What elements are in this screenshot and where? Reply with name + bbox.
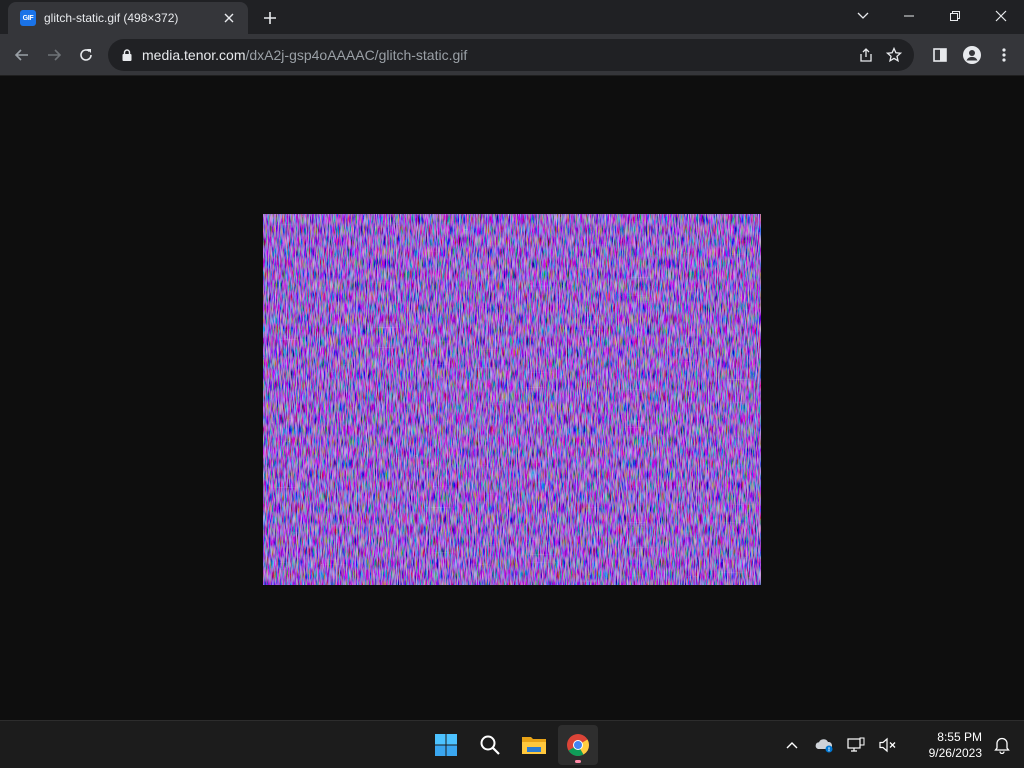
search-icon — [480, 735, 500, 755]
speaker-muted-icon — [879, 737, 896, 753]
onedrive-button[interactable] — [810, 731, 838, 759]
page-content — [0, 77, 1024, 720]
tab-search-button[interactable] — [840, 0, 886, 32]
file-explorer-button[interactable] — [514, 725, 554, 765]
glitch-static-image — [263, 214, 761, 585]
plus-icon — [264, 12, 276, 24]
forward-button[interactable] — [40, 41, 68, 69]
system-tray: 8:55 PM 9/26/2023 — [776, 721, 1024, 768]
windows-start-icon — [435, 734, 457, 756]
bookmark-button[interactable] — [880, 41, 908, 69]
omnibox-actions — [852, 41, 908, 69]
start-button[interactable] — [426, 725, 466, 765]
close-icon[interactable] — [220, 9, 238, 27]
side-panel-icon — [933, 48, 947, 62]
minimize-icon — [904, 15, 914, 17]
tab-strip: GIF glitch-static.gif (498×372) — [0, 0, 1024, 34]
chrome-taskbar-button[interactable] — [558, 725, 598, 765]
show-hidden-icons-button[interactable] — [778, 731, 806, 759]
kebab-menu-icon — [1002, 48, 1006, 62]
chevron-down-icon — [857, 12, 869, 19]
network-button[interactable] — [842, 731, 870, 759]
clock-date: 9/26/2023 — [928, 746, 982, 760]
tab-title: glitch-static.gif (498×372) — [44, 11, 179, 25]
minimize-button[interactable] — [886, 0, 932, 32]
lock-icon[interactable] — [120, 48, 134, 62]
clock-time: 8:55 PM — [937, 730, 982, 744]
share-button[interactable] — [852, 41, 880, 69]
reload-button[interactable] — [72, 41, 100, 69]
menu-button[interactable] — [990, 41, 1018, 69]
chrome-icon — [567, 734, 589, 756]
window-controls — [840, 0, 1024, 34]
close-icon — [995, 10, 1007, 22]
address-bar[interactable]: media.tenor.com/dxA2j-gsp4oAAAAC/glitch-… — [108, 39, 914, 71]
url-text: media.tenor.com/dxA2j-gsp4oAAAAC/glitch-… — [142, 47, 467, 63]
share-icon — [860, 48, 872, 62]
notifications-button[interactable] — [988, 731, 1016, 759]
gif-image[interactable] — [263, 214, 761, 585]
profile-icon — [963, 46, 981, 64]
taskbar-search-button[interactable] — [470, 725, 510, 765]
toolbar-actions — [926, 41, 1018, 69]
active-indicator — [575, 760, 581, 763]
restore-icon — [950, 11, 960, 21]
windows-taskbar: 8:55 PM 9/26/2023 — [0, 720, 1024, 768]
close-window-button[interactable] — [978, 0, 1024, 32]
tab-active[interactable]: GIF glitch-static.gif (498×372) — [8, 2, 248, 34]
chevron-up-icon — [786, 742, 798, 749]
url-path: /dxA2j-gsp4oAAAAC/glitch-static.gif — [245, 47, 468, 63]
bell-icon — [994, 737, 1010, 754]
star-icon — [886, 47, 902, 63]
clock[interactable]: 8:55 PM 9/26/2023 — [910, 729, 982, 761]
back-button[interactable] — [8, 41, 36, 69]
onedrive-icon — [815, 739, 833, 753]
gif-favicon-icon: GIF — [20, 10, 36, 26]
arrow-left-icon — [14, 49, 28, 61]
file-explorer-icon — [522, 737, 546, 754]
new-tab-button[interactable] — [258, 6, 282, 30]
browser-toolbar: media.tenor.com/dxA2j-gsp4oAAAAC/glitch-… — [0, 34, 1024, 76]
reload-icon — [80, 49, 92, 61]
arrow-right-icon — [48, 49, 62, 61]
restore-button[interactable] — [932, 0, 978, 32]
side-panel-button[interactable] — [926, 41, 954, 69]
profile-button[interactable] — [958, 41, 986, 69]
volume-button[interactable] — [874, 731, 902, 759]
network-icon — [847, 737, 865, 752]
url-host: media.tenor.com — [142, 47, 246, 63]
